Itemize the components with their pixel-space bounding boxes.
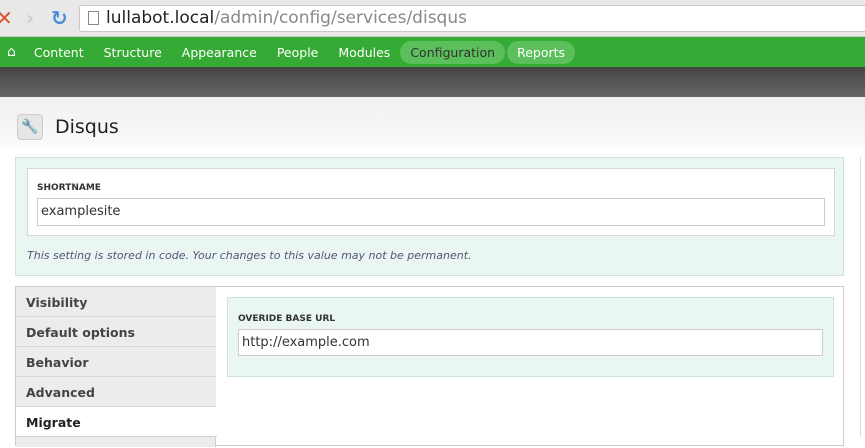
tab-behavior[interactable]: Behavior <box>16 347 216 377</box>
shortname-fieldset: SHORTNAME examplesite This setting is st… <box>15 157 844 276</box>
shortname-label: SHORTNAME <box>37 183 101 193</box>
right-edge <box>860 157 865 437</box>
page-header <box>0 97 865 147</box>
toolbar-people[interactable]: People <box>267 41 329 64</box>
page-title: Disqus <box>55 116 119 138</box>
vertical-tabs: Visibility Default options Behavior Adva… <box>15 286 844 447</box>
base-url-label: OVERIDE BASE URL <box>238 314 336 324</box>
migrate-fieldset: OVERIDE BASE URL http://example.com <box>227 297 834 377</box>
toolbar-appearance[interactable]: Appearance <box>172 41 267 64</box>
url-path: /admin/config/services/disqus <box>214 8 467 28</box>
toolbar-tray <box>0 67 865 97</box>
toolbar-content[interactable]: Content <box>24 41 94 64</box>
base-url-input[interactable]: http://example.com <box>238 329 823 356</box>
admin-toolbar: ⌂ Content Structure Appearance People Mo… <box>0 37 865 67</box>
page-icon <box>88 11 99 25</box>
toolbar-configuration[interactable]: Configuration <box>400 40 506 64</box>
tab-default-options[interactable]: Default options <box>16 317 216 347</box>
toolbar-reports[interactable]: Reports <box>507 40 576 64</box>
shortname-input[interactable]: examplesite <box>37 198 825 226</box>
forward-icon[interactable]: › <box>26 6 34 30</box>
browser-chrome: ✕ › ↻ lullabot.local/admin/config/servic… <box>0 0 865 37</box>
wrench-icon: 🔧 <box>17 114 43 140</box>
close-icon[interactable]: ✕ <box>0 6 13 30</box>
url-host: lullabot.local <box>106 8 215 28</box>
address-bar[interactable]: lullabot.local/admin/config/services/dis… <box>79 5 865 32</box>
reload-icon[interactable]: ↻ <box>51 6 68 30</box>
toolbar-modules[interactable]: Modules <box>328 41 400 64</box>
tab-migrate[interactable]: Migrate <box>16 407 217 437</box>
tab-visibility[interactable]: Visibility <box>16 287 216 317</box>
home-icon[interactable]: ⌂ <box>5 40 24 64</box>
tab-advanced[interactable]: Advanced <box>16 377 216 407</box>
toolbar-structure[interactable]: Structure <box>94 41 172 64</box>
shortname-note: This setting is stored in code. Your cha… <box>27 249 472 262</box>
